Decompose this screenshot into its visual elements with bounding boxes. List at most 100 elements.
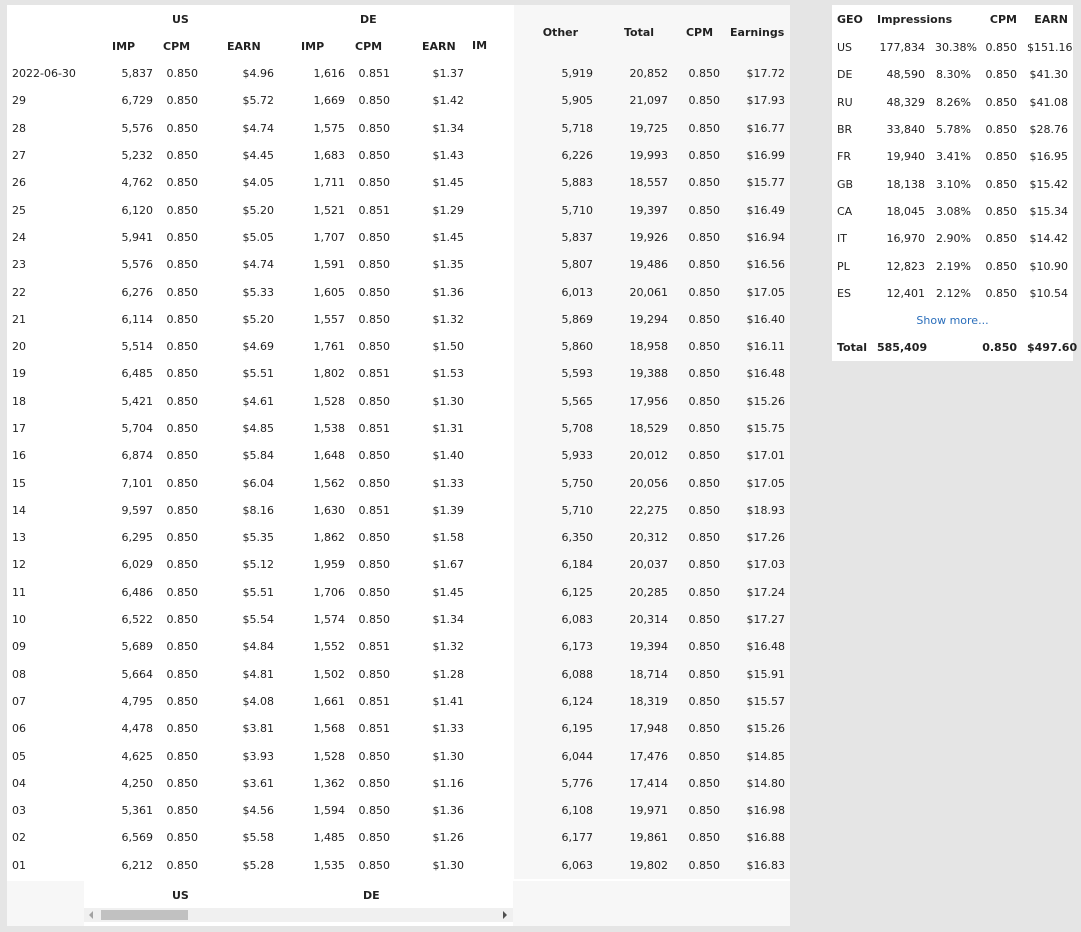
de-earn-cell: $1.33 [432, 476, 465, 490]
total-cell: 19,486 [598, 251, 674, 279]
us-cpm-cell: 0.850 [166, 613, 199, 627]
col-us-earn[interactable]: EARN [203, 33, 279, 60]
geo-percent: 3.41% [936, 150, 971, 164]
table-row: 17 5,704 0.850 $4.85 1,538 0.851 $1.31 5,708 18,… [7, 414, 791, 443]
total-cell: 19,397 [598, 196, 674, 224]
de-earn-cell: $1.34 [432, 121, 465, 135]
other-cell: 5,750 [514, 469, 599, 497]
spacer-cell [469, 142, 514, 169]
table-row: 15 7,101 0.850 $6.04 1,562 0.850 $1.33 5,750 20,… [7, 469, 791, 497]
col-total[interactable]: Total [598, 5, 674, 60]
date-cell: 16 [12, 449, 26, 463]
geo-impressions: 19,940 [886, 150, 926, 164]
us-earn-cell: $5.84 [242, 449, 275, 463]
cpm-cell: 0.850 [673, 251, 726, 279]
geo-percent: 2.19% [936, 259, 971, 273]
table-row: 04 4,250 0.850 $3.61 1,362 0.850 $1.16 5,776 17,… [7, 769, 791, 798]
us-earn-cell: $4.81 [242, 667, 275, 681]
us-earn-cell: $4.74 [242, 258, 275, 272]
col-earnings[interactable]: Earnings [725, 5, 791, 60]
de-imp-cell: 1,706 [313, 585, 346, 599]
de-cpm-cell: 0.850 [358, 312, 391, 326]
de-cpm-cell: 0.850 [358, 613, 391, 627]
col-impressions[interactable]: Impressions [872, 5, 976, 34]
us-cpm-cell: 0.850 [166, 804, 199, 818]
geo-row: RU 48,329 8.26% 0.850 $41.08 [832, 89, 1073, 116]
col-cpm[interactable]: CPM [673, 5, 726, 60]
other-cell: 6,088 [514, 660, 599, 688]
total-cpm: 0.850 [982, 341, 1017, 355]
table-row: 22 6,276 0.850 $5.33 1,605 0.850 $1.36 6,013 20,… [7, 278, 791, 306]
us-cpm-cell: 0.850 [166, 176, 199, 190]
other-cell: 5,860 [514, 332, 599, 361]
earnings-cell: $16.56 [725, 251, 791, 279]
us-cpm-cell: 0.850 [166, 121, 199, 135]
date-cell: 04 [12, 776, 26, 790]
total-cell: 22,275 [598, 496, 674, 525]
geo-row: PL 12,823 2.19% 0.850 $10.90 [832, 252, 1073, 279]
us-imp-cell: 6,729 [121, 94, 154, 108]
table-row: 03 5,361 0.850 $4.56 1,594 0.850 $1.36 6,108 19,… [7, 797, 791, 825]
col-de-cpm[interactable]: CPM [350, 33, 395, 60]
us-imp-cell: 5,704 [121, 422, 154, 435]
geo-impressions: 177,834 [879, 41, 926, 55]
us-cpm-cell: 0.850 [166, 94, 199, 108]
earnings-cell: $15.26 [725, 387, 791, 415]
de-imp-cell: 1,568 [313, 722, 346, 736]
us-imp-cell: 6,212 [121, 858, 154, 872]
col-other[interactable]: Other [514, 5, 599, 60]
show-more-link[interactable]: Show more... [832, 307, 1073, 334]
total-cell: 18,958 [598, 332, 674, 361]
de-imp-cell: 1,605 [313, 285, 346, 299]
cpm-cell: 0.850 [673, 332, 726, 361]
de-earn-cell: $1.16 [432, 776, 465, 790]
de-imp-cell: 1,574 [313, 613, 346, 627]
col-geo-earn[interactable]: EARN [1022, 5, 1073, 34]
cpm-cell: 0.850 [673, 769, 726, 798]
us-earn-cell: $5.51 [242, 585, 275, 599]
us-imp-cell: 6,114 [121, 312, 154, 326]
de-imp-cell: 1,862 [313, 531, 346, 545]
spacer-cell [469, 333, 514, 360]
scroll-right-arrow-icon[interactable] [503, 911, 507, 919]
de-imp-cell: 1,575 [313, 121, 346, 135]
earnings-cell: $16.40 [725, 305, 791, 333]
geo-summary-panel: GEO Impressions CPM EARN US 177,834 30.38%… [832, 5, 1077, 361]
de-earn-cell: $1.58 [432, 531, 465, 545]
us-imp-cell: 5,361 [121, 804, 154, 818]
geo-code: FR [837, 150, 851, 164]
col-us-imp[interactable]: IMP [84, 33, 158, 60]
geo-percent: 8.26% [936, 95, 971, 109]
us-cpm-cell: 0.850 [166, 776, 199, 790]
col-de-imp[interactable]: IMP [279, 33, 350, 60]
spacer-cell [469, 251, 514, 278]
date-cell: 10 [12, 613, 26, 627]
us-imp-cell: 6,486 [121, 585, 154, 599]
de-earn-cell: $1.32 [432, 640, 465, 654]
geo-code: US [837, 41, 853, 55]
de-cpm-cell: 0.850 [358, 804, 391, 818]
horizontal-scrollbar[interactable] [84, 908, 513, 922]
geo-percent: 2.90% [936, 232, 971, 246]
spacer-cell [469, 115, 514, 142]
de-imp-cell: 1,538 [313, 422, 346, 435]
other-cell: 6,226 [514, 141, 599, 170]
col-us-cpm[interactable]: CPM [158, 33, 203, 60]
date-cell: 2022-06-30 [12, 67, 76, 81]
us-imp-cell: 9,597 [121, 503, 154, 517]
geo-earn: $41.30 [1029, 68, 1069, 82]
us-earn-cell: $5.12 [242, 558, 275, 572]
scroll-left-arrow-icon[interactable] [89, 911, 93, 919]
scroll-thumb[interactable] [101, 910, 188, 920]
col-geo[interactable]: GEO [832, 5, 872, 34]
col-de-earn[interactable]: EARN [395, 33, 469, 60]
de-imp-cell: 1,557 [313, 312, 346, 326]
date-cell: 11 [12, 585, 26, 599]
geo-cpm: 0.850 [985, 95, 1018, 109]
total-cell: 18,557 [598, 169, 674, 197]
col-geo-cpm[interactable]: CPM [976, 5, 1022, 34]
us-earn-cell: $4.56 [242, 804, 275, 818]
us-earn-cell: $8.16 [242, 503, 275, 517]
geo-percent: 5.78% [936, 123, 971, 137]
us-earn-cell: $4.08 [242, 694, 275, 708]
